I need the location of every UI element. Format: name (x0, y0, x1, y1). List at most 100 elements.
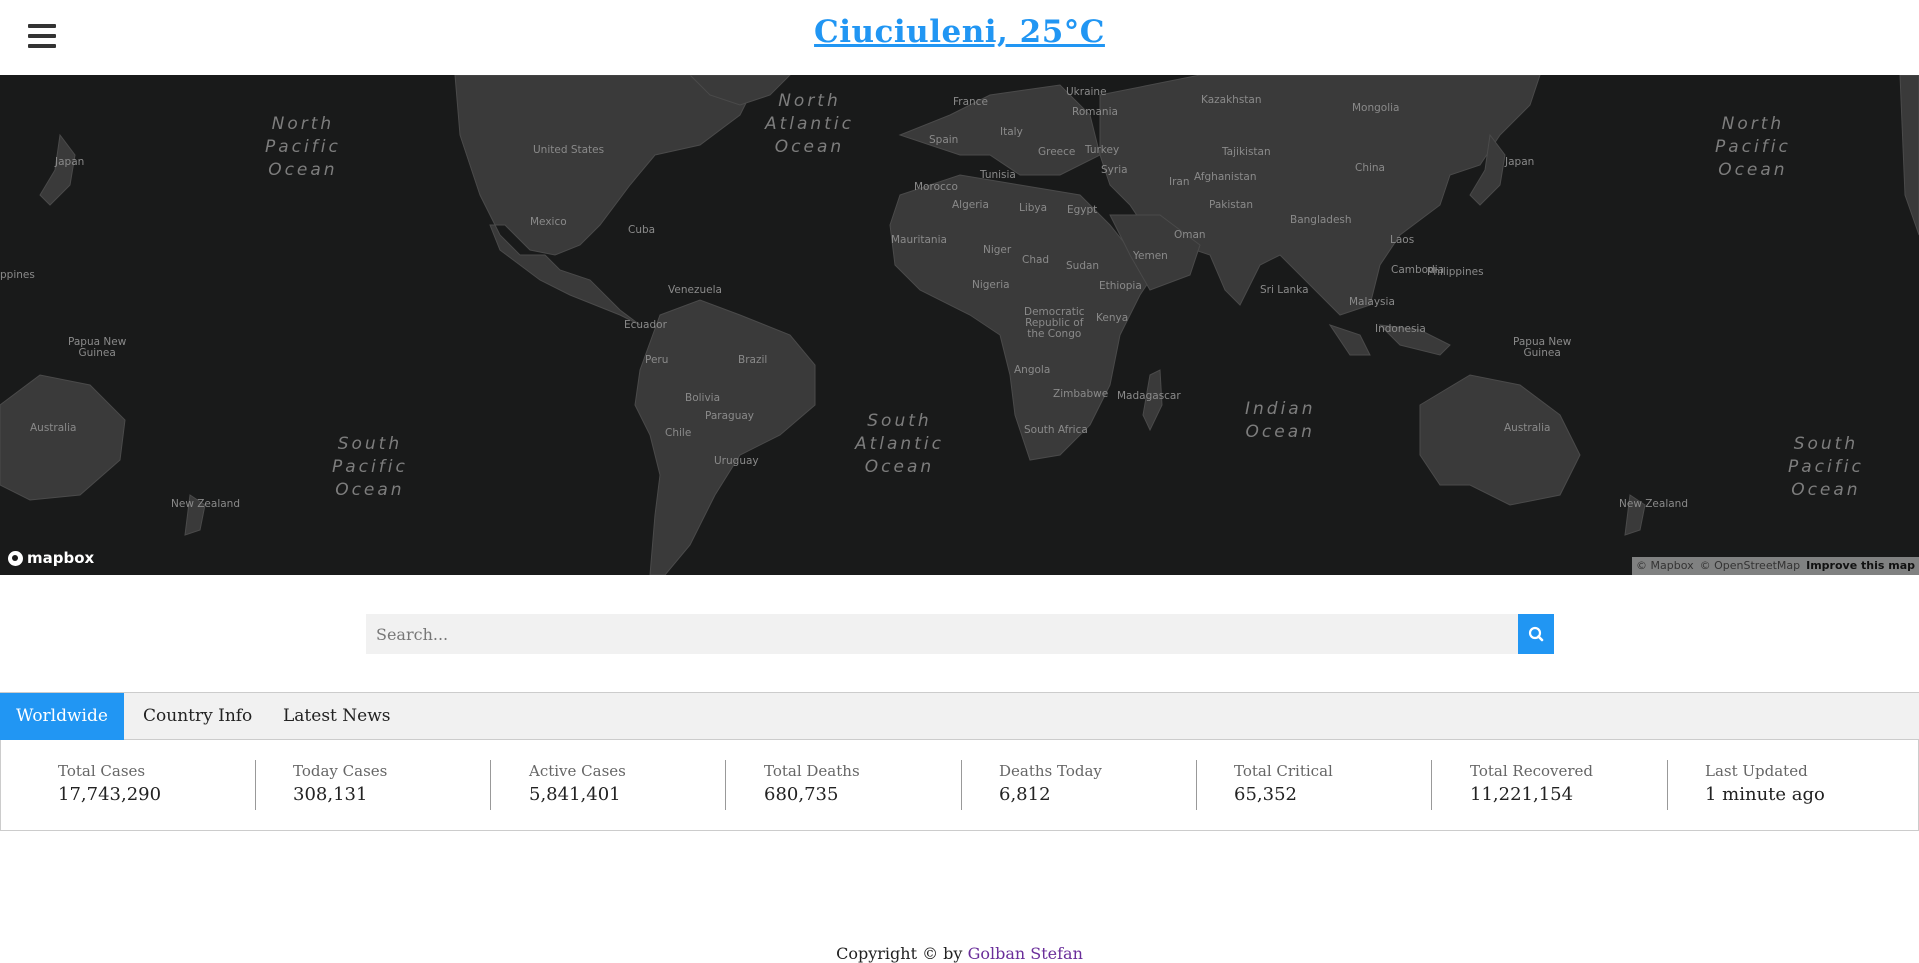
stat-label: Total Cases (58, 762, 146, 780)
country-label: Kazakhstan (1201, 94, 1262, 106)
country-label: Papua New Guinea (68, 336, 127, 359)
country-label: Libya (1019, 202, 1048, 214)
header: Ciuciuleni, 25°C (0, 0, 1919, 75)
country-label: Bolivia (685, 392, 721, 404)
country-label: Brazil (738, 354, 768, 366)
stat-label: Today Cases (293, 762, 388, 780)
stat-label: Last Updated (1705, 762, 1808, 780)
country-label: Ecuador (624, 319, 667, 331)
stat-total-critical: Total Critical 65,352 (1177, 740, 1412, 830)
country-label: Malaysia (1349, 296, 1395, 308)
country-label: Egypt (1067, 204, 1098, 216)
footer: Copyright © by Golban Stefan (0, 944, 1919, 963)
country-label: New Zealand (171, 498, 240, 510)
stat-total-cases: Total Cases 17,743,290 (1, 740, 236, 830)
country-label: Nigeria (972, 279, 1010, 291)
country-label: Laos (1390, 234, 1415, 246)
country-label: Bangladesh (1290, 214, 1352, 226)
country-label: Italy (1000, 126, 1023, 138)
south-pacific-ocean-east-label: South Pacific Ocean (1788, 434, 1864, 500)
south-atlantic-ocean-label: South Atlantic Ocean (855, 411, 944, 477)
south-pacific-ocean-west-label: South Pacific Ocean (332, 434, 408, 500)
search-button[interactable] (1518, 614, 1554, 654)
country-label: Democratic Republic of the Congo (1024, 306, 1085, 340)
stat-value: 680,735 (764, 784, 839, 805)
search-icon (1528, 626, 1544, 642)
stat-value: 65,352 (1234, 784, 1297, 805)
country-label: Philippines (1427, 266, 1484, 278)
country-label: Angola (1014, 364, 1051, 376)
tab-country-info[interactable]: Country Info (127, 693, 268, 740)
page-title[interactable]: Ciuciuleni, 25°C (0, 14, 1919, 50)
country-label: Japan (55, 156, 85, 168)
tab-latest-news[interactable]: Latest News (267, 693, 407, 740)
country-label: Yemen (1133, 250, 1168, 262)
country-label: Paraguay (705, 410, 755, 422)
country-label: Zimbabwe (1053, 388, 1109, 400)
country-label: Sudan (1066, 260, 1100, 272)
country-label: Indonesia (1375, 323, 1426, 335)
map-attribution: © Mapbox © OpenStreetMap Improve this ma… (1632, 557, 1919, 575)
stat-total-deaths: Total Deaths 680,735 (707, 740, 942, 830)
stat-value: 1 minute ago (1705, 784, 1825, 805)
stat-value: 308,131 (293, 784, 368, 805)
country-label: Algeria (952, 199, 989, 211)
country-label: Oman (1174, 229, 1206, 241)
stat-active-cases: Active Cases 5,841,401 (472, 740, 707, 830)
mapbox-logo[interactable]: mapbox (8, 549, 94, 567)
mapbox-logo-icon (8, 550, 23, 566)
improve-map-link[interactable]: Improve this map (1806, 557, 1915, 575)
country-label: Mexico (530, 216, 567, 228)
country-label: Ukraine (1066, 86, 1107, 98)
stat-value: 17,743,290 (58, 784, 162, 805)
author-link[interactable]: Golban Stefan (968, 944, 1083, 963)
country-label: Uruguay (714, 455, 759, 467)
osm-attribution-link[interactable]: © OpenStreetMap (1700, 557, 1801, 575)
country-label: Chile (665, 427, 692, 439)
country-label: Tunisia (980, 169, 1016, 181)
copyright-text: Copyright © by (836, 944, 963, 963)
country-label: Australia (30, 422, 77, 434)
country-label: Peru (645, 354, 669, 366)
country-label: Afghanistan (1194, 171, 1257, 183)
search-bar (366, 614, 1554, 654)
country-label: Pakistan (1209, 199, 1253, 211)
stat-value: 6,812 (999, 784, 1051, 805)
stat-label: Deaths Today (999, 762, 1102, 780)
country-label: ppines (0, 269, 35, 281)
country-label: France (953, 96, 988, 108)
country-label: Ethiopia (1099, 280, 1142, 292)
country-label: Mongolia (1352, 102, 1400, 114)
country-label: Syria (1101, 164, 1128, 176)
country-label: China (1355, 162, 1385, 174)
search-input[interactable] (366, 614, 1518, 654)
country-label: United States (533, 144, 605, 156)
mapbox-attribution-link[interactable]: © Mapbox (1636, 557, 1694, 575)
location-weather-link[interactable]: Ciuciuleni, 25°C (814, 14, 1105, 50)
country-label: South Africa (1024, 424, 1088, 436)
stat-label: Total Deaths (764, 762, 860, 780)
country-label: Greece (1038, 146, 1076, 158)
stat-value: 11,221,154 (1470, 784, 1574, 805)
tab-bar: Worldwide Country Info Latest News (0, 692, 1919, 740)
world-map[interactable]: North Pacific Ocean North Atlantic Ocean… (0, 75, 1919, 575)
country-label: Niger (983, 244, 1012, 256)
country-label: Japan (1505, 156, 1535, 168)
mapbox-logo-text: mapbox (27, 549, 95, 567)
country-label: Cuba (628, 224, 656, 236)
country-label: Romania (1072, 106, 1118, 118)
country-label: Mauritania (891, 234, 947, 246)
tab-worldwide[interactable]: Worldwide (0, 693, 124, 740)
country-label: Chad (1022, 254, 1050, 266)
worldwide-stats: Total Cases 17,743,290 Today Cases 308,1… (0, 740, 1919, 831)
stat-deaths-today: Deaths Today 6,812 (942, 740, 1177, 830)
country-label: Tajikistan (1222, 146, 1271, 158)
country-label: Sri Lanka (1260, 284, 1309, 296)
stat-label: Total Critical (1234, 762, 1333, 780)
north-pacific-ocean-east-label: North Pacific Ocean (1715, 114, 1791, 180)
country-label: Venezuela (668, 284, 722, 296)
stat-label: Active Cases (529, 762, 626, 780)
country-label: Spain (929, 134, 959, 146)
stat-value: 5,841,401 (529, 784, 621, 805)
stat-label: Total Recovered (1470, 762, 1594, 780)
